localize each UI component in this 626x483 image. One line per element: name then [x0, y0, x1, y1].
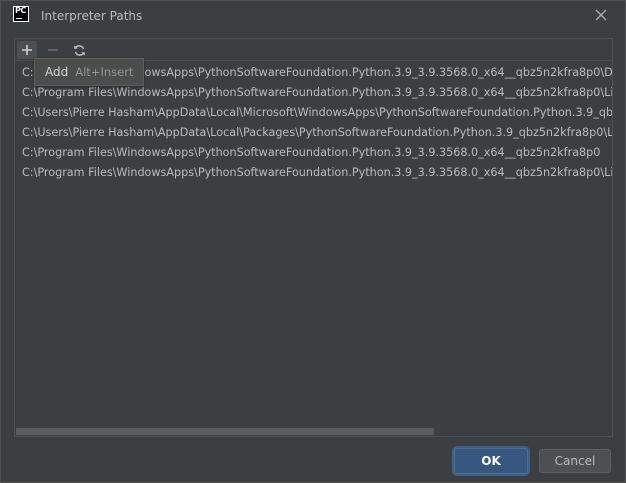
paths-panel: C:\Program Files\WindowsApps\PythonSoftw…	[14, 38, 613, 437]
interpreter-paths-dialog: PC Interpreter Paths C:\Program Files\Wi…	[0, 0, 626, 483]
refresh-icon	[73, 44, 85, 56]
cancel-button[interactable]: Cancel	[539, 449, 611, 473]
tooltip-shortcut: Alt+Insert	[75, 65, 134, 79]
path-item[interactable]: C:\Program Files\WindowsApps\PythonSoftw…	[15, 83, 612, 103]
path-item[interactable]: C:\Program Files\WindowsApps\PythonSoftw…	[15, 163, 612, 183]
path-item[interactable]: C:\Program Files\WindowsApps\PythonSoftw…	[15, 143, 612, 163]
tooltip-label: Add	[45, 65, 69, 79]
add-tooltip: Add Alt+Insert	[34, 58, 145, 86]
plus-icon	[22, 45, 32, 55]
pycharm-app-icon: PC	[13, 6, 29, 22]
path-item[interactable]: C:\Users\Pierre Hasham\AppData\Local\Mic…	[15, 103, 612, 123]
close-icon[interactable]	[593, 7, 609, 23]
minus-icon	[48, 49, 58, 51]
app-icon-text: PC	[15, 6, 26, 15]
add-path-button[interactable]	[17, 41, 37, 59]
title-bar: PC Interpreter Paths	[1, 1, 625, 31]
horizontal-scrollbar[interactable]	[16, 428, 434, 435]
reload-paths-button[interactable]	[69, 41, 89, 59]
remove-path-button[interactable]	[43, 41, 63, 59]
ok-button[interactable]: OK	[454, 448, 528, 474]
path-item[interactable]: C:\Users\Pierre Hasham\AppData\Local\Pac…	[15, 123, 612, 143]
dialog-title: Interpreter Paths	[41, 9, 143, 23]
